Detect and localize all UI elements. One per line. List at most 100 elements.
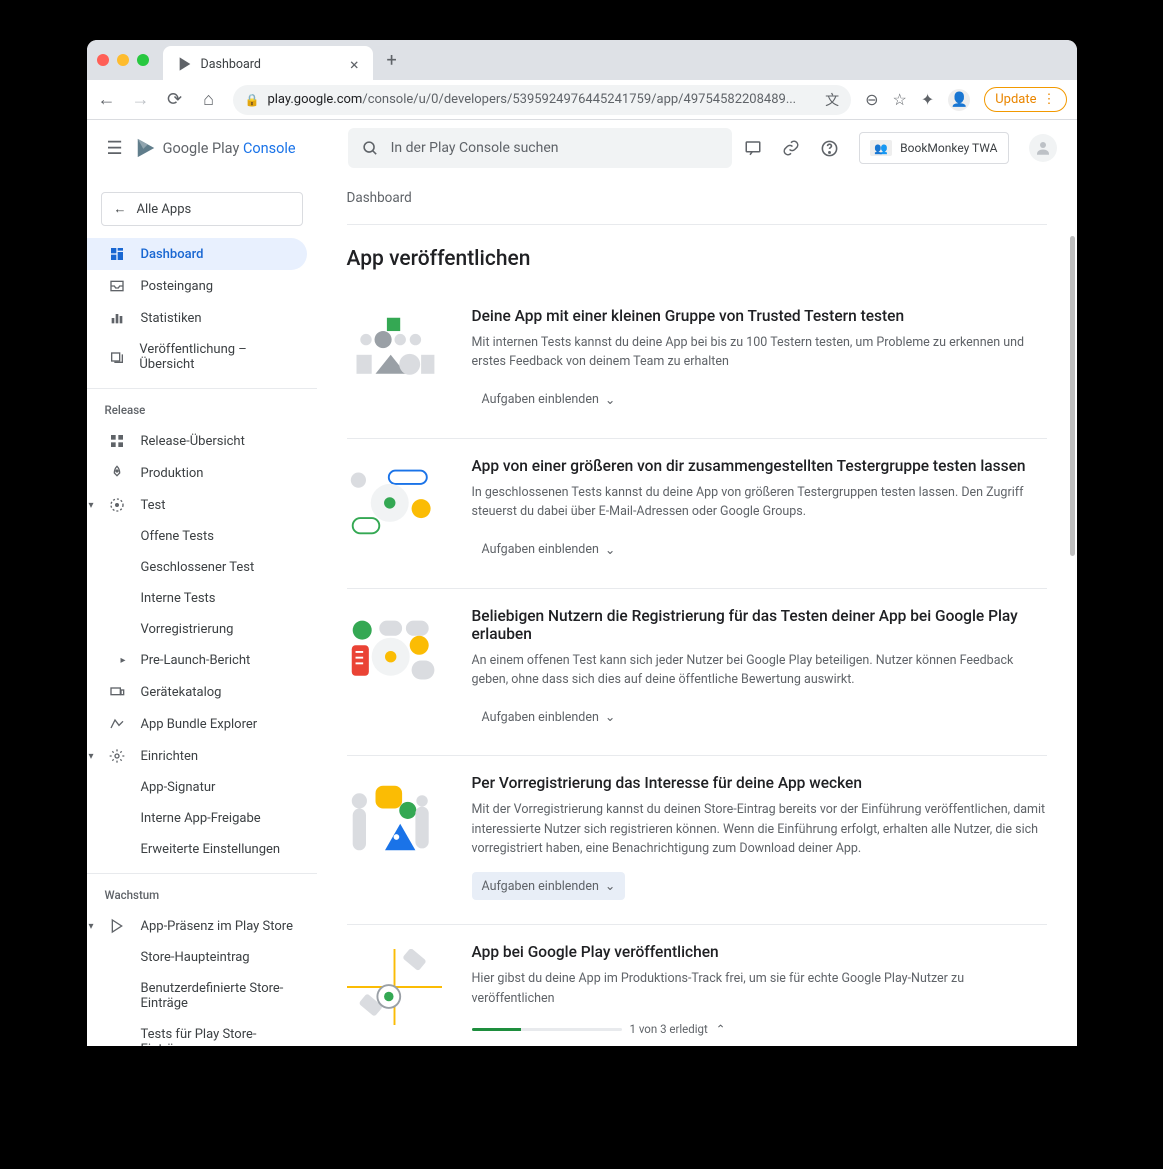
star-icon[interactable]: ☆ (892, 90, 906, 109)
browser-tab[interactable]: Dashboard × (163, 46, 373, 82)
back-button[interactable]: ← (97, 89, 117, 110)
main-content: Dashboard App veröffentlichen Deine App … (317, 176, 1077, 1046)
zoom-icon[interactable]: ⊖ (865, 90, 878, 109)
page-title: App veröffentlichen (347, 225, 1047, 289)
chevron-right-icon: ▸ (121, 655, 126, 666)
address-bar[interactable]: 🔒 play.google.com/console/u/0/developers… (233, 85, 852, 115)
close-tab-icon[interactable]: × (350, 55, 359, 74)
card-description: Mit internen Tests kannst du deine App b… (472, 333, 1047, 372)
breadcrumb: Dashboard (347, 176, 1047, 225)
sidebar-item-closed-test[interactable]: Geschlossener Test (87, 552, 307, 583)
chevron-down-icon: ⌄ (605, 878, 615, 894)
sidebar-item-stats[interactable]: Statistiken (87, 302, 307, 334)
sidebar-section-growth: Wachstum (87, 873, 317, 910)
menu-button[interactable]: ☰ (107, 138, 123, 159)
sidebar-item-publishing[interactable]: Veröffentlichung – Übersicht (87, 334, 307, 380)
help-icon[interactable] (820, 139, 839, 158)
chrome-tab-strip: Dashboard × + (87, 40, 1077, 80)
all-apps-button[interactable]: ← Alle Apps (101, 192, 303, 226)
extensions-icon[interactable]: ✦ (921, 90, 934, 109)
search-placeholder: In der Play Console suchen (391, 140, 559, 156)
sidebar-item-device-catalog[interactable]: Gerätekatalog (87, 676, 307, 708)
update-button[interactable]: Update ⋮ (984, 87, 1066, 112)
search-input[interactable]: In der Play Console suchen (348, 128, 733, 168)
card-title: Per Vorregistrierung das Interesse für d… (472, 774, 1047, 792)
forward-button[interactable]: → (131, 89, 151, 110)
reload-button[interactable]: ⟳ (165, 89, 185, 110)
sidebar-item-custom-listings[interactable]: Benutzerdefinierte Store-Einträge (87, 973, 307, 1019)
back-arrow-icon: ← (114, 201, 127, 217)
sidebar-item-internal-tests[interactable]: Interne Tests (87, 583, 307, 614)
sidebar-item-advanced-settings[interactable]: Erweiterte Einstellungen (87, 834, 307, 865)
sidebar-item-prelaunch[interactable]: ▸Pre-Launch-Bericht (87, 645, 307, 676)
task-card-internal-testing: Deine App mit einer kleinen Gruppe von T… (347, 289, 1047, 439)
sidebar-item-preregistration[interactable]: Vorregistrierung (87, 614, 307, 645)
card-title: App von einer größeren von dir zusammeng… (472, 457, 1047, 475)
tab-title: Dashboard (201, 57, 261, 72)
sidebar-item-production[interactable]: Produktion (87, 457, 307, 489)
play-icon (109, 918, 127, 934)
sidebar: ← Alle Apps Dashboard Posteingang Statis… (87, 176, 317, 1046)
gear-icon (109, 748, 127, 764)
chevron-up-icon[interactable]: ⌃ (716, 1022, 726, 1036)
task-card-preregistration: Per Vorregistrierung das Interesse für d… (347, 756, 1047, 925)
sidebar-item-app-signing[interactable]: App-Signatur (87, 772, 307, 803)
sidebar-item-release-overview[interactable]: Release-Übersicht (87, 425, 307, 457)
browser-toolbar: ← → ⟳ ⌂ 🔒 play.google.com/console/u/0/de… (87, 80, 1077, 120)
bundle-icon (109, 716, 127, 732)
feedback-icon[interactable] (744, 139, 762, 157)
account-button[interactable] (1029, 134, 1057, 162)
card-title: Deine App mit einer kleinen Gruppe von T… (472, 307, 1047, 325)
card-title: Beliebigen Nutzern die Registrierung für… (472, 607, 1047, 643)
translate-icon[interactable]: 文 (825, 90, 839, 110)
task-card-open-testing: Beliebigen Nutzern die Registrierung für… (347, 589, 1047, 757)
new-tab-button[interactable]: + (383, 46, 401, 75)
chevron-down-icon: ⌄ (605, 542, 615, 558)
sidebar-item-open-tests[interactable]: Offene Tests (87, 521, 307, 552)
sidebar-item-test[interactable]: ▾ Test (87, 489, 307, 521)
chevron-down-icon: ▾ (89, 500, 94, 511)
show-tasks-toggle[interactable]: Aufgaben einblenden⌄ (472, 703, 626, 731)
test-icon (109, 497, 127, 513)
card-illustration (347, 949, 442, 1021)
sidebar-item-dashboard[interactable]: Dashboard (87, 238, 307, 270)
card-illustration (347, 313, 442, 385)
app-header: ☰ Google Play Console In der Play Consol… (87, 120, 1077, 176)
minimize-window-button[interactable] (117, 54, 129, 66)
app-selector[interactable]: 👥 BookMonkey TWA (859, 132, 1008, 164)
inbox-icon (109, 278, 127, 294)
scrollbar[interactable] (1070, 236, 1075, 556)
profile-avatar[interactable]: 👤 (948, 89, 970, 111)
window-controls (97, 54, 149, 66)
sidebar-item-listing-tests[interactable]: Tests für Play Store-Einträge (87, 1019, 307, 1046)
link-icon[interactable] (782, 139, 800, 157)
sidebar-item-setup[interactable]: ▾ Einrichten (87, 740, 307, 772)
card-title: App bei Google Play veröffentlichen (472, 943, 1047, 961)
show-tasks-toggle[interactable]: Aufgaben einblenden⌄ (472, 386, 626, 414)
play-console-favicon (177, 56, 193, 72)
task-card-closed-testing: App von einer größeren von dir zusammeng… (347, 439, 1047, 589)
publish-icon (109, 349, 126, 365)
maximize-window-button[interactable] (137, 54, 149, 66)
task-card-publish: App bei Google Play veröffentlichen Hier… (347, 925, 1047, 1046)
show-tasks-toggle[interactable]: Aufgaben einblenden⌄ (472, 872, 626, 900)
chevron-down-icon: ⌄ (605, 709, 615, 725)
sidebar-item-bundle-explorer[interactable]: App Bundle Explorer (87, 708, 307, 740)
overview-icon (109, 433, 127, 449)
card-illustration (347, 613, 442, 685)
more-icon: ⋮ (1043, 92, 1056, 107)
chevron-down-icon: ⌄ (605, 392, 615, 408)
card-illustration (347, 780, 442, 852)
home-button[interactable]: ⌂ (199, 89, 219, 110)
play-console-logo[interactable]: Google Play Console (135, 137, 296, 159)
dashboard-icon (109, 246, 127, 262)
search-icon (362, 140, 379, 157)
card-description: An einem offenen Test kann sich jeder Nu… (472, 651, 1047, 690)
close-window-button[interactable] (97, 54, 109, 66)
chevron-down-icon: ▾ (89, 751, 94, 762)
sidebar-item-internal-sharing[interactable]: Interne App-Freigabe (87, 803, 307, 834)
show-tasks-toggle[interactable]: Aufgaben einblenden⌄ (472, 536, 626, 564)
sidebar-item-main-listing[interactable]: Store-Haupteintrag (87, 942, 307, 973)
sidebar-item-inbox[interactable]: Posteingang (87, 270, 307, 302)
sidebar-item-store-presence[interactable]: ▾ App-Präsenz im Play Store (87, 910, 307, 942)
